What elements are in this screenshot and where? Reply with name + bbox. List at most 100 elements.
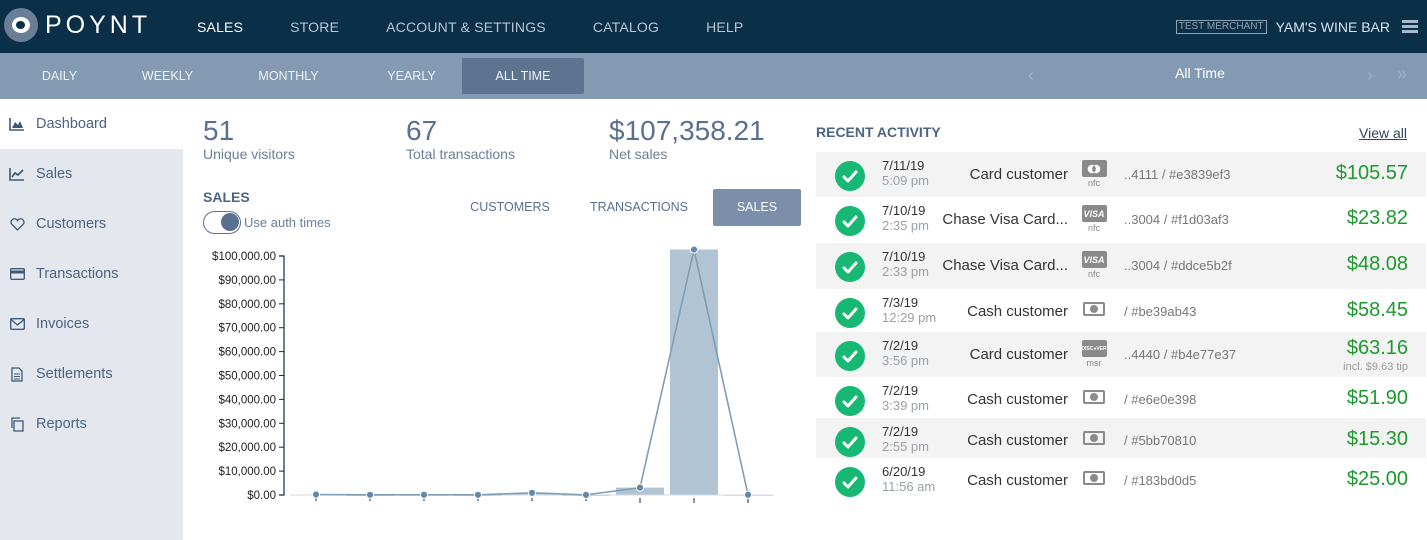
cash-icon: [1083, 390, 1105, 404]
tab-monthly[interactable]: MONTHLY: [216, 58, 361, 94]
line-chart-icon: [9, 166, 25, 182]
activity-time: 11:56 am: [882, 479, 936, 494]
activity-customer: Cash customer: [967, 391, 1068, 408]
y-tick-label: $20,000.00: [218, 442, 276, 454]
area-chart-icon: [9, 116, 25, 132]
activity-time: 2:35 pm: [882, 218, 929, 233]
discover-icon: DISC●VER: [1081, 340, 1107, 357]
sales-chart: $0.00 $10,000.00 $20,000.00 $30,000.00 $40,0…: [212, 245, 774, 503]
sidebar-item-reports[interactable]: Reports: [0, 399, 183, 449]
y-tick-label: $30,000.00: [218, 418, 276, 430]
mastercard-icon: [1081, 160, 1107, 177]
visa-icon: VISA: [1081, 251, 1107, 268]
tab-transactions[interactable]: TRANSACTIONS: [565, 189, 713, 226]
tab-customers[interactable]: CUSTOMERS: [455, 189, 565, 226]
nav-account-settings[interactable]: ACCOUNT & SETTINGS: [386, 19, 546, 35]
activity-date: 6/20/19: [882, 464, 926, 479]
stat-label: Total transactions: [406, 146, 515, 162]
activity-date: 7/2/19: [882, 338, 919, 353]
activity-time: 3:39 pm: [882, 398, 929, 413]
payment-method: [1081, 297, 1107, 316]
sidebar-item-invoices[interactable]: Invoices: [0, 299, 183, 349]
chevron-right-icon[interactable]: ›: [1367, 65, 1373, 86]
y-tick-label: $80,000.00: [218, 299, 276, 311]
payment-method: [1081, 426, 1107, 445]
nav-sales[interactable]: SALES: [197, 19, 243, 35]
sidebar-item-settlements[interactable]: Settlements: [0, 349, 183, 399]
y-tick-label: $50,000.00: [218, 371, 276, 383]
nav-catalog[interactable]: CATALOG: [593, 19, 659, 35]
sidebar-item-transactions[interactable]: Transactions: [0, 249, 183, 299]
activity-amount: $58.45: [1346, 299, 1408, 321]
activity-row[interactable]: 7/2/19 3:39 pm Cash customer / #e6e0e398…: [816, 377, 1426, 418]
credit-card-icon: [9, 266, 25, 282]
activity-row[interactable]: 7/10/19 2:35 pm Chase Visa Card... VISA …: [816, 197, 1426, 243]
cash-icon: [1083, 471, 1105, 485]
sidebar-item-label: Transactions: [36, 266, 119, 282]
sidebar-item-dashboard[interactable]: Dashboard: [0, 99, 183, 149]
sidebar-item-label: Sales: [36, 166, 73, 182]
cash-icon: [1083, 302, 1105, 316]
activity-date: 7/10/19: [882, 203, 926, 218]
stat-unique-visitors: 51 Unique visitors: [203, 116, 406, 163]
activity-row[interactable]: 7/2/19 2:55 pm Cash customer / #5bb70810…: [816, 418, 1426, 458]
activity-reference: / #be39ab43: [1124, 304, 1197, 319]
activity-row[interactable]: 7/2/19 3:56 pm Card customer DISC●VER ms…: [816, 332, 1426, 377]
range-tabs: DAILY WEEKLY MONTHLY YEARLY ALL TIME: [0, 53, 584, 99]
check-circle-icon: [835, 298, 865, 328]
tab-all-time[interactable]: ALL TIME: [462, 58, 584, 94]
nav-store[interactable]: STORE: [290, 19, 339, 35]
logo-icon: [4, 8, 38, 42]
tab-sales[interactable]: SALES: [713, 189, 801, 226]
activity-amount: $23.82: [1346, 207, 1408, 229]
activity-customer: Cash customer: [967, 303, 1068, 320]
sales-section-title: SALES: [203, 189, 250, 205]
check-circle-icon: [835, 386, 865, 416]
activity-time: 2:55 pm: [882, 439, 929, 454]
recent-activity-list: 7/11/19 5:09 pm Card customer nfc ..4111…: [816, 152, 1426, 500]
tab-weekly[interactable]: WEEKLY: [119, 58, 216, 94]
entry-method: nfc: [1087, 269, 1100, 279]
activity-row[interactable]: 7/10/19 2:33 pm Chase Visa Card... VISA …: [816, 243, 1426, 289]
entry-method: msr: [1086, 358, 1102, 368]
nav-help[interactable]: HELP: [706, 19, 743, 35]
check-circle-icon: [835, 206, 865, 236]
y-tick-label: $10,000.00: [218, 466, 276, 478]
document-icon: [9, 366, 25, 382]
sidebar-item-label: Settlements: [36, 366, 113, 382]
activity-row[interactable]: 7/3/19 12:29 pm Cash customer / #be39ab4…: [816, 289, 1426, 332]
activity-date: 7/2/19: [882, 424, 919, 439]
chart-point: [689, 245, 699, 254]
sidebar-item-label: Customers: [36, 216, 107, 232]
merchant-info: TEST MERCHANT YAM'S WINE BAR: [1175, 0, 1427, 53]
payment-method: [1081, 466, 1107, 485]
merchant-name[interactable]: YAM'S WINE BAR: [1276, 19, 1390, 35]
view-all-link[interactable]: View all: [1359, 125, 1407, 141]
activity-customer: Chase Visa Card...: [942, 211, 1068, 228]
double-chevron-right-icon[interactable]: »: [1397, 64, 1407, 85]
sidebar-item-customers[interactable]: Customers: [0, 199, 183, 249]
stat-label: Net sales: [609, 146, 668, 162]
tab-yearly[interactable]: YEARLY: [361, 58, 462, 94]
chart-point: [581, 490, 591, 499]
poynt-logo[interactable]: POYNT: [4, 8, 151, 42]
auth-times-toggle[interactable]: [203, 211, 241, 234]
activity-reference: ..4111 / #e3839ef3: [1124, 167, 1231, 182]
chart-bar: [670, 249, 718, 495]
payment-method: nfc: [1081, 160, 1107, 189]
activity-amount: $51.90: [1346, 387, 1408, 409]
activity-row[interactable]: 6/20/19 11:56 am Cash customer / #183bd0…: [816, 458, 1426, 500]
activity-customer: Card customer: [969, 346, 1068, 363]
sidebar-item-label: Invoices: [36, 316, 90, 332]
period-navigator: ‹ All Time › »: [1020, 53, 1427, 99]
brand-name: POYNT: [45, 10, 152, 39]
activity-time: 3:56 pm: [882, 353, 929, 368]
activity-row[interactable]: 7/11/19 5:09 pm Card customer nfc ..4111…: [816, 152, 1426, 197]
stat-value: $107,358.21: [609, 115, 765, 146]
test-merchant-badge: TEST MERCHANT: [1175, 19, 1267, 34]
activity-tip: incl. $9.63 tip: [1343, 361, 1408, 373]
hamburger-icon[interactable]: [1402, 20, 1418, 33]
sidebar-item-sales[interactable]: Sales: [0, 149, 183, 199]
payment-method: VISA nfc: [1081, 205, 1107, 234]
tab-daily[interactable]: DAILY: [0, 58, 119, 94]
